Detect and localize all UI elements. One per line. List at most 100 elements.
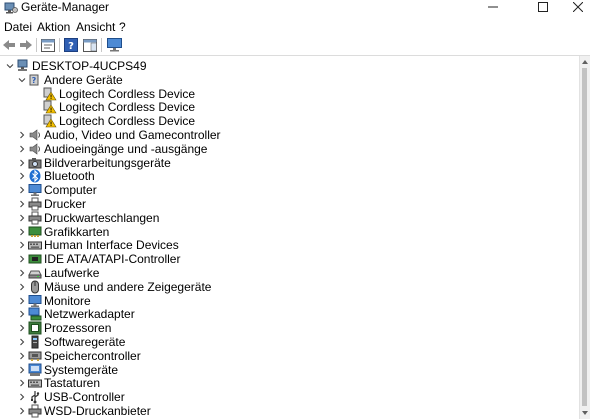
chevron-right-icon[interactable] — [17, 349, 27, 363]
tree-category-node[interactable]: ? Andere Geräte — [0, 73, 580, 87]
drive-icon — [28, 266, 42, 280]
tree-category-node[interactable]: Human Interface Devices — [0, 238, 580, 252]
scrollbar-thumb[interactable] — [582, 68, 587, 406]
help-icon[interactable]: ? — [63, 37, 79, 53]
menu-datei[interactable]: Datei — [4, 20, 32, 34]
title-bar: Geräte-Manager — [0, 0, 590, 16]
tree-category-node[interactable]: Netzwerkadapter — [0, 307, 580, 321]
tree-node-label: Audioeingänge und -ausgänge — [44, 141, 208, 156]
chevron-right-icon[interactable] — [17, 390, 27, 404]
back-icon[interactable] — [1, 37, 17, 53]
menu-ansicht[interactable]: Ansicht — [76, 20, 115, 34]
tree-device-node[interactable]: Logitech Cordless Device — [0, 114, 580, 128]
tree-node-label: Prozessoren — [44, 321, 112, 336]
tree-node-label: Logitech Cordless Device — [59, 100, 196, 115]
tree-category-node[interactable]: Bildverarbeitungsgeräte — [0, 156, 580, 170]
keyboard-icon — [28, 238, 42, 252]
device-tree: DESKTOP-4UCPS49? Andere Geräte Logitech Co… — [0, 56, 580, 419]
tree-category-node[interactable]: Prozessoren — [0, 321, 580, 335]
tree-category-node[interactable]: Systemgeräte — [0, 363, 580, 377]
tree-category-node[interactable]: Laufwerke — [0, 266, 580, 280]
forward-icon[interactable] — [18, 37, 34, 53]
toolbar: ? — [0, 35, 590, 56]
tree-node-label: Mäuse und andere Zeigegeräte — [44, 279, 212, 294]
system-device-icon — [28, 363, 42, 377]
tree-node-label: WSD-Druckanbieter — [44, 404, 151, 418]
chevron-right-icon[interactable] — [17, 404, 27, 418]
tree-category-node[interactable]: Audio, Video und Gamecontroller — [0, 128, 580, 142]
network-icon — [28, 307, 42, 321]
tree-node-label: Systemgeräte — [44, 362, 119, 377]
chevron-right-icon[interactable] — [17, 335, 27, 349]
chevron-right-icon[interactable] — [17, 197, 27, 211]
tree-category-node[interactable]: USB-Controller — [0, 390, 580, 404]
chevron-right-icon[interactable] — [17, 183, 27, 197]
camera-icon — [28, 156, 42, 170]
tree-category-node[interactable]: Mäuse und andere Zeigegeräte — [0, 280, 580, 294]
computer-icon — [16, 59, 30, 73]
chevron-right-icon[interactable] — [17, 169, 27, 183]
chevron-right-icon[interactable] — [17, 280, 27, 294]
chevron-right-icon[interactable] — [17, 363, 27, 377]
warning-device-icon — [43, 87, 57, 101]
tree-device-node[interactable]: Logitech Cordless Device — [0, 87, 580, 101]
chevron-right-icon[interactable] — [17, 156, 27, 170]
menu-aktion[interactable]: Aktion — [37, 20, 70, 34]
toolbar-separator — [59, 38, 60, 52]
tree-node-label: IDE ATA/ATAPI-Controller — [44, 252, 181, 267]
warning-device-icon — [43, 100, 57, 114]
chevron-right-icon[interactable] — [17, 142, 27, 156]
tree-device-node[interactable]: Logitech Cordless Device — [0, 100, 580, 114]
vertical-scrollbar[interactable] — [579, 56, 590, 419]
chevron-right-icon[interactable] — [17, 294, 27, 308]
menu-bar: Datei Aktion Ansicht ? — [0, 17, 590, 35]
tree-category-node[interactable]: Computer — [0, 183, 580, 197]
tree-node-label: Laufwerke — [44, 266, 100, 280]
chevron-down-icon[interactable] — [17, 73, 27, 87]
monitor-icon[interactable] — [106, 37, 122, 53]
chevron-right-icon[interactable] — [17, 321, 27, 335]
tree-node-label: Tastaturen — [44, 376, 101, 391]
chevron-down-icon[interactable] — [5, 59, 15, 73]
tree-category-node[interactable]: Monitore — [0, 294, 580, 308]
toolbar-separator — [101, 38, 102, 52]
chevron-right-icon[interactable] — [17, 225, 27, 239]
keyboard-icon — [28, 376, 42, 390]
tree-node-label: Druckwarteschlangen — [44, 210, 160, 225]
processor-icon — [28, 321, 42, 335]
tree-category-node[interactable]: Tastaturen — [0, 376, 580, 390]
tree-category-node[interactable]: Drucker — [0, 197, 580, 211]
tree-category-node[interactable]: Druckwarteschlangen — [0, 211, 580, 225]
tree-node-label: Computer — [44, 183, 97, 198]
action-pane-icon[interactable] — [82, 37, 98, 53]
properties-icon[interactable] — [40, 37, 56, 53]
tree-category-node[interactable]: Softwaregeräte — [0, 335, 580, 349]
tree-category-node[interactable]: Audioeingänge und -ausgänge — [0, 142, 580, 156]
tree-node-label: Logitech Cordless Device — [59, 86, 196, 101]
chevron-right-icon[interactable] — [17, 238, 27, 252]
chevron-right-icon[interactable] — [17, 307, 27, 321]
tree-node-label: Bluetooth — [44, 169, 95, 184]
tree-node-label: Logitech Cordless Device — [59, 114, 196, 129]
close-button[interactable] — [563, 0, 590, 14]
tree-category-node[interactable]: Grafikkarten — [0, 225, 580, 239]
minimize-button[interactable] — [478, 0, 508, 14]
scroll-up-icon[interactable] — [581, 58, 589, 66]
tree-category-node[interactable]: WSD-Druckanbieter — [0, 404, 580, 418]
chevron-right-icon[interactable] — [17, 128, 27, 142]
chevron-right-icon[interactable] — [17, 266, 27, 280]
mouse-icon — [28, 280, 42, 294]
maximize-button[interactable] — [528, 0, 558, 14]
bluetooth-icon — [28, 169, 42, 183]
chevron-right-icon[interactable] — [17, 211, 27, 225]
usb-icon — [28, 390, 42, 404]
chevron-right-icon[interactable] — [17, 376, 27, 390]
tree-category-node[interactable]: IDE ATA/ATAPI-Controller — [0, 252, 580, 266]
menu-help[interactable]: ? — [119, 20, 126, 34]
scroll-down-icon[interactable] — [581, 409, 589, 417]
chevron-right-icon[interactable] — [17, 252, 27, 266]
tree-category-node[interactable]: Bluetooth — [0, 169, 580, 183]
tree-root-node[interactable]: DESKTOP-4UCPS49 — [0, 59, 580, 73]
other-device-icon: ? — [28, 73, 42, 87]
tree-category-node[interactable]: Speichercontroller — [0, 349, 580, 363]
